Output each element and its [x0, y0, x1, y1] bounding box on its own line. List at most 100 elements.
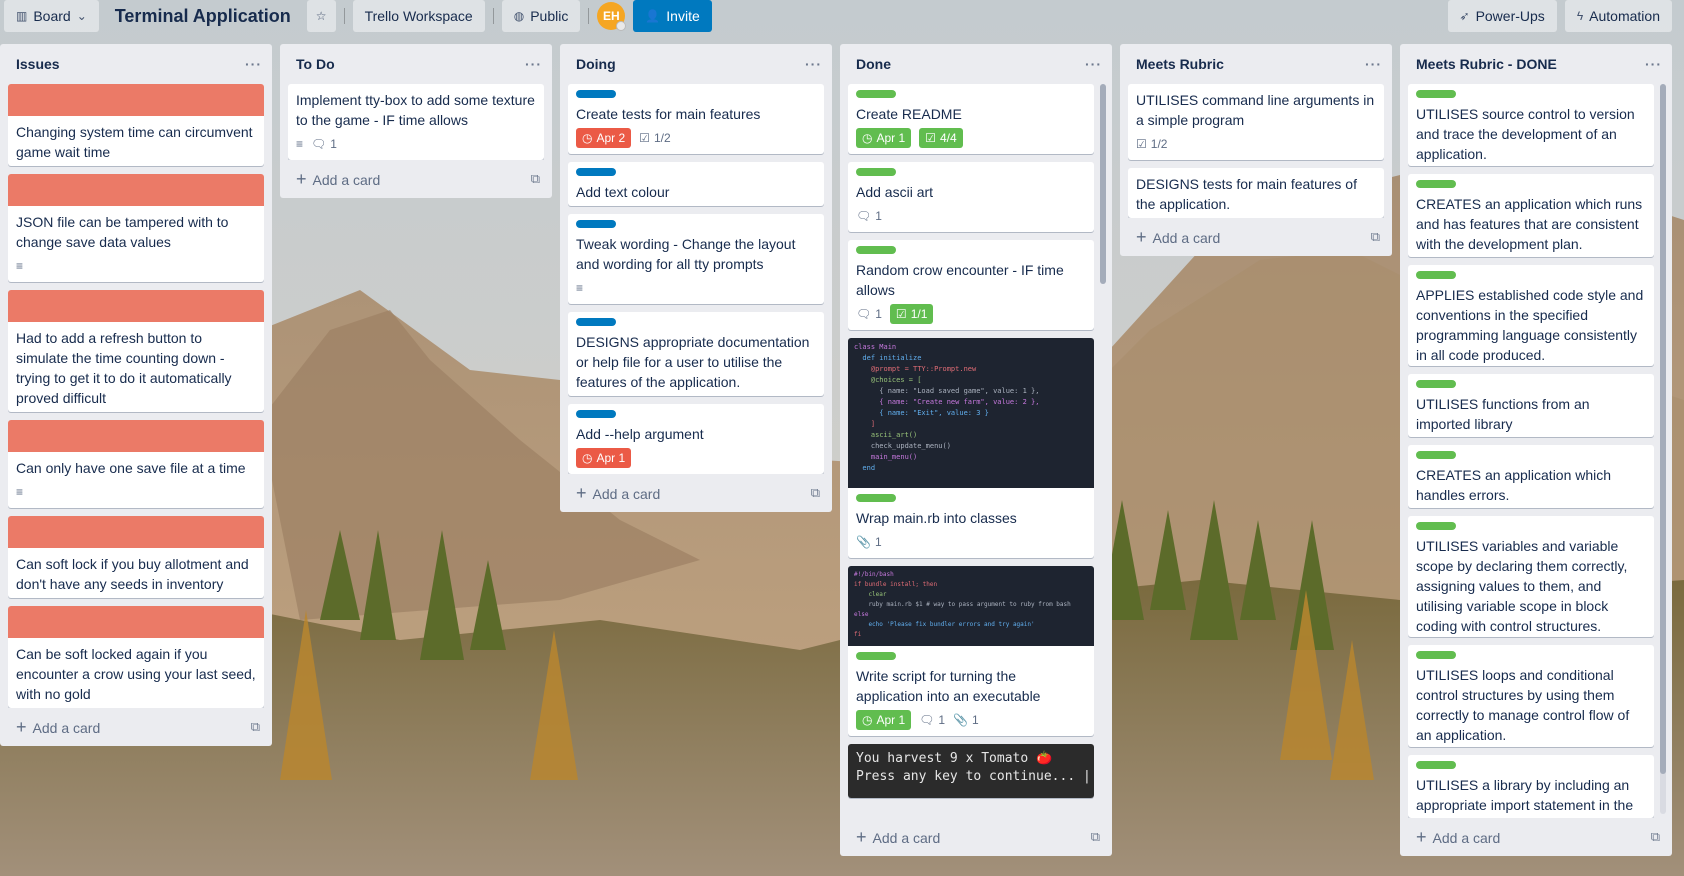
due-date-badge[interactable]: ◷ Apr 1 [856, 128, 912, 148]
add-card-row: + Add a card [16, 717, 100, 738]
list-scrollbar[interactable] [1660, 84, 1666, 814]
add-card-button[interactable]: + Add a card ⧉ [1400, 818, 1672, 856]
card[interactable]: Tweak wording - Change the layout and wo… [568, 214, 824, 304]
card[interactable]: Can soft lock if you buy allotment and d… [8, 516, 264, 598]
attachment-count: 1 [874, 535, 882, 549]
add-card-button[interactable]: + Add a card ⧉ [560, 474, 832, 512]
list-menu-icon[interactable]: ··· [525, 56, 542, 72]
visibility-button[interactable]: ◍ Public [501, 0, 581, 32]
card-template-icon[interactable]: ⧉ [811, 485, 820, 501]
scrollbar-thumb[interactable] [1100, 84, 1106, 284]
invite-button[interactable]: 👤 Invite [633, 0, 712, 32]
add-card-button[interactable]: + Add a card ⧉ [840, 818, 1112, 856]
list-title[interactable]: Done [856, 56, 891, 72]
card[interactable]: Can be soft locked again if you encounte… [8, 606, 264, 708]
add-card-button[interactable]: + Add a card ⧉ [280, 160, 552, 198]
card[interactable]: Changing system time can circumvent game… [8, 84, 264, 166]
avatar-status-icon [616, 21, 627, 31]
card[interactable]: Add --help argument ◷ Apr 1 [568, 404, 824, 474]
comments-badge: 🗨 1 [856, 206, 882, 226]
card[interactable]: UTILISES source control to version and t… [1408, 84, 1654, 167]
card[interactable]: UTILISES functions from an imported libr… [1408, 374, 1654, 438]
list-header: Meets Rubric ··· [1120, 44, 1392, 84]
card[interactable]: Create tests for main features ◷ Apr 2 ☑ 1… [568, 84, 824, 154]
due-date-badge[interactable]: ◷ Apr 1 [576, 448, 632, 468]
add-card-button[interactable]: + Add a card ⧉ [0, 708, 272, 746]
list-title[interactable]: Meets Rubric - DONE [1416, 56, 1557, 72]
member-avatar[interactable]: EH [597, 2, 627, 31]
card-template-icon[interactable]: ⧉ [531, 171, 540, 187]
code-line: @choices = [ [854, 376, 922, 384]
card-badges: 🗨 1 [856, 206, 1086, 226]
card[interactable]: UTILISES variables and variable scope by… [1408, 515, 1654, 638]
list-title[interactable]: Issues [16, 56, 60, 72]
card[interactable]: APPLIES established code style and conve… [1408, 264, 1654, 367]
card[interactable]: CREATES an application which handles err… [1408, 445, 1654, 508]
card[interactable]: Can only have one save file at a time ≡ [8, 420, 264, 508]
add-card-label: Add a card [32, 719, 101, 736]
star-board-button[interactable]: ☆ [306, 0, 336, 32]
chevron-down-icon: ⌄ [76, 9, 87, 23]
card[interactable]: Had to add a refresh button to simulate … [8, 290, 264, 412]
card[interactable]: DESIGNS tests for main features of the a… [1128, 168, 1384, 218]
card-title: Random crow encounter - IF time allows [856, 262, 1064, 298]
card-template-icon[interactable]: ⧉ [251, 719, 260, 735]
add-card-row: + Add a card [856, 827, 940, 848]
code-line: def initialize [854, 354, 922, 362]
list-menu-icon[interactable]: ··· [245, 56, 262, 72]
add-card-label: Add a card [1432, 829, 1501, 846]
workspace-button[interactable]: Trello Workspace [352, 0, 485, 32]
card[interactable]: You harvest 9 x Tomato 🍅 Press any key t… [848, 744, 1094, 798]
card-title: Can only have one save file at a time [16, 460, 246, 476]
card-label [1416, 380, 1456, 389]
card-template-icon[interactable]: ⧉ [1091, 829, 1100, 845]
card[interactable]: CREATES an application which runs and ha… [1408, 174, 1654, 257]
board-title[interactable]: Terminal Application [107, 6, 299, 27]
list-menu-icon[interactable]: ··· [1085, 56, 1102, 72]
card-body: Add text colour [568, 162, 824, 206]
list-scrollbar[interactable] [1100, 84, 1106, 284]
card-label [1416, 521, 1456, 530]
list-title[interactable]: Meets Rubric [1136, 56, 1224, 72]
card-list: Implement tty-box to add some texture to… [280, 84, 552, 160]
board-view-switcher[interactable]: ▥ Board ⌄ [4, 0, 99, 32]
card[interactable]: UTILISES command line arguments in a sim… [1128, 84, 1384, 160]
header-divider [588, 8, 590, 24]
card-label [1416, 180, 1456, 189]
card-body: Wrap main.rb into classes 📎 1 [848, 488, 1094, 558]
card[interactable]: #!/bin/bash if bundle install; then clear… [848, 566, 1094, 736]
card[interactable]: Add text colour [568, 162, 824, 206]
card[interactable]: UTILISES loops and conditional control s… [1408, 645, 1654, 748]
card[interactable]: UTILISES a library by including an appro… [1408, 755, 1654, 818]
automation-button[interactable]: ϟ Automation [1564, 0, 1672, 32]
card[interactable]: class Main def initialize @prompt = TTY:… [848, 338, 1094, 558]
card-title: Add --help argument [576, 426, 704, 442]
add-card-button[interactable]: + Add a card ⧉ [1120, 218, 1392, 256]
list-menu-icon[interactable]: ··· [1645, 56, 1662, 72]
card-template-icon[interactable]: ⧉ [1371, 229, 1380, 245]
list-title[interactable]: Doing [576, 56, 616, 72]
power-ups-label: Power-Ups [1475, 8, 1545, 24]
card-label [1416, 90, 1456, 98]
list-menu-icon[interactable]: ··· [1365, 56, 1382, 72]
card-badges: ☑ 1/2 [1136, 134, 1376, 154]
scrollbar-thumb[interactable] [1660, 84, 1666, 774]
card-title: Add ascii art [856, 184, 934, 200]
due-date-badge[interactable]: ◷ Apr 1 [856, 710, 912, 730]
card[interactable]: Implement tty-box to add some texture to… [288, 84, 544, 160]
due-date-badge[interactable]: ◷ Apr 2 [576, 128, 632, 148]
list-menu-icon[interactable]: ··· [805, 56, 822, 72]
card[interactable]: JSON file can be tampered with to change… [8, 174, 264, 282]
checklist-count: 1/2 [653, 131, 671, 145]
card-template-icon[interactable]: ⧉ [1651, 829, 1660, 845]
plus-icon: + [1136, 226, 1147, 247]
card[interactable]: Random crow encounter - IF time allows 🗨… [848, 240, 1094, 330]
list-title[interactable]: To Do [296, 56, 335, 72]
power-ups-button[interactable]: ➶ Power-Ups [1447, 0, 1557, 32]
card[interactable]: DESIGNS appropriate documentation or hel… [568, 312, 824, 396]
card[interactable]: Create README ◷ Apr 1 ☑ 4/4 [848, 84, 1094, 154]
card-label [856, 246, 896, 254]
comment-count: 1 [875, 209, 882, 223]
clock-icon: ◷ [862, 131, 873, 145]
card[interactable]: Add ascii art 🗨 1 [848, 162, 1094, 232]
